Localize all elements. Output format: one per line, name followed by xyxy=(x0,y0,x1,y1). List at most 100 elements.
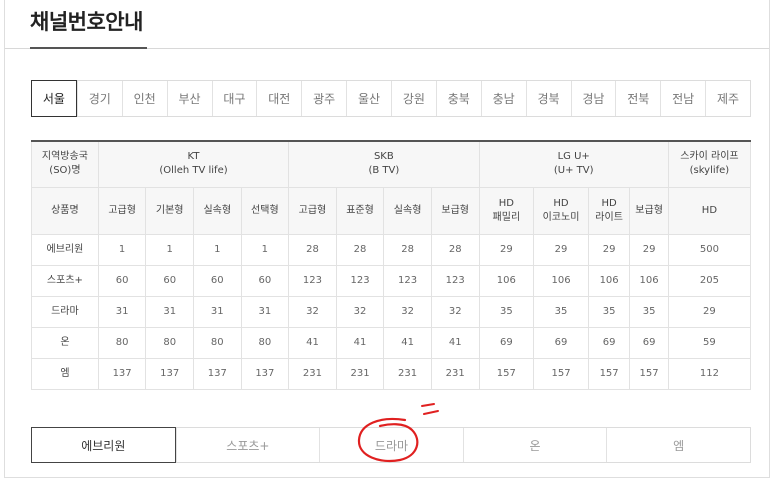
channel-number-cell: 1 xyxy=(145,233,194,266)
product-label-line: HD xyxy=(553,197,569,209)
channel-number-cell: 60 xyxy=(97,264,147,297)
product-label-line: 실속형 xyxy=(203,204,232,216)
product-label-line: 고급형 xyxy=(298,204,327,216)
channel-number-cell: 35 xyxy=(533,295,589,328)
channel-tab-0[interactable]: 에브리원 xyxy=(31,427,176,463)
channel-number-cell: 31 xyxy=(192,295,242,328)
provider-service: (Olleh TV life) xyxy=(159,165,228,177)
product-name-header: 상품명 xyxy=(31,186,99,235)
channel-name-cell: 스포츠+ xyxy=(31,264,99,297)
channel-number-cell: 60 xyxy=(145,264,194,297)
channel-number-cell: 29 xyxy=(629,233,669,266)
channel-number-cell: 28 xyxy=(335,233,385,266)
product-label-line: HD xyxy=(701,204,718,216)
page-title: 채널번호안내 xyxy=(30,10,143,34)
channel-number-cell: 106 xyxy=(629,264,669,297)
region-tab-5[interactable]: 대전 xyxy=(256,81,301,116)
channel-number-cell: 157 xyxy=(629,357,669,390)
channel-tab-3[interactable]: 온 xyxy=(462,428,607,462)
channel-number-cell: 80 xyxy=(192,326,242,359)
channel-number-cell: 231 xyxy=(383,357,432,390)
product-header-7: 보급형 xyxy=(430,186,480,235)
channel-number-cell: 29 xyxy=(533,233,589,266)
product-header-9: HD 이코노미 xyxy=(533,186,589,235)
product-header-6: 실속형 xyxy=(383,186,432,235)
region-tab-6[interactable]: 광주 xyxy=(301,81,346,116)
region-tab-2[interactable]: 인천 xyxy=(121,81,167,116)
title-underline xyxy=(30,47,147,49)
product-label-line: 실속형 xyxy=(393,204,422,216)
channel-number-cell: 80 xyxy=(97,326,147,359)
so-header-line1: 지역방송국 xyxy=(41,151,88,163)
region-tab-9[interactable]: 충북 xyxy=(435,81,481,116)
provider-name: KT xyxy=(187,151,200,163)
channel-number-cell: 157 xyxy=(478,357,535,390)
region-tab-8[interactable]: 강원 xyxy=(391,81,436,116)
channel-number-cell: 205 xyxy=(667,264,752,297)
channel-number-cell: 41 xyxy=(288,326,337,359)
product-label-line: 고급형 xyxy=(108,204,136,216)
provider-header-1: SKB (B TV) xyxy=(288,140,480,188)
region-tab-13[interactable]: 전북 xyxy=(615,81,660,116)
channel-number-cell: 69 xyxy=(533,326,589,359)
channel-number-cell: 31 xyxy=(97,295,147,328)
channel-number-cell: 35 xyxy=(478,295,535,328)
channel-tab-4[interactable]: 엠 xyxy=(606,428,750,462)
product-label-line: 라이트 xyxy=(595,211,623,223)
so-header-line2: (SO)명 xyxy=(49,165,81,177)
channel-number-cell: 28 xyxy=(430,233,480,266)
channel-name-cell: 드라마 xyxy=(31,295,99,328)
product-label-line: 선택형 xyxy=(251,204,279,216)
product-header-0: 고급형 xyxy=(97,186,147,235)
product-header-10: HD 라이트 xyxy=(587,186,631,235)
region-tab-0[interactable]: 서울 xyxy=(31,80,77,117)
channel-number-cell: 123 xyxy=(335,264,385,297)
product-label-line: HD xyxy=(601,197,617,209)
product-header-8: HD 패밀리 xyxy=(478,186,535,235)
provider-header-0: KT (Olleh TV life) xyxy=(97,140,290,188)
channel-number-cell: 1 xyxy=(240,233,290,266)
region-tab-3[interactable]: 부산 xyxy=(166,81,212,116)
channel-name-cell: 엠 xyxy=(31,357,99,390)
channel-number-cell: 231 xyxy=(288,357,337,390)
table-row: 드라마 31 31 31 31 32 32 32 32 35 35 35 35 29 xyxy=(31,295,752,328)
channel-number-cell: 32 xyxy=(383,295,432,328)
channel-number-cell: 60 xyxy=(192,264,242,297)
region-tab-4[interactable]: 대구 xyxy=(211,81,257,116)
provider-service: (U+ TV) xyxy=(553,165,594,177)
region-tab-14[interactable]: 전남 xyxy=(660,81,705,116)
product-header-1: 기본형 xyxy=(145,186,194,235)
channel-tab-2[interactable]: 드라마 xyxy=(319,428,463,462)
product-label-line: 표준형 xyxy=(346,204,374,216)
channel-number-cell: 31 xyxy=(145,295,194,328)
product-label-line: 보급형 xyxy=(635,204,663,216)
product-header-2: 실속형 xyxy=(192,186,242,235)
region-tab-11[interactable]: 경북 xyxy=(525,81,571,116)
channel-number-cell: 69 xyxy=(478,326,535,359)
channel-number-cell: 69 xyxy=(587,326,631,359)
table-row: 온 80 80 80 80 41 41 41 41 69 69 69 69 59 xyxy=(31,326,752,359)
channel-number-cell: 106 xyxy=(587,264,631,297)
provider-service: (skylife) xyxy=(689,165,730,177)
product-label-line: 이코노미 xyxy=(542,211,580,223)
product-label-line: 패밀리 xyxy=(492,211,521,223)
region-tab-10[interactable]: 충남 xyxy=(480,81,526,116)
provider-service: (B TV) xyxy=(368,165,400,177)
channel-tab-1[interactable]: 스포츠+ xyxy=(175,428,320,462)
channel-number-cell: 123 xyxy=(383,264,432,297)
channel-number-cell: 500 xyxy=(667,233,752,266)
region-tab-1[interactable]: 경기 xyxy=(76,81,122,116)
channel-number-cell: 60 xyxy=(240,264,290,297)
channel-number-cell: 137 xyxy=(192,357,242,390)
channel-number-cell: 137 xyxy=(240,357,290,390)
channel-number-cell: 157 xyxy=(587,357,631,390)
region-tab-12[interactable]: 경남 xyxy=(570,81,616,116)
channel-number-cell: 32 xyxy=(288,295,337,328)
channel-number-cell: 157 xyxy=(533,357,589,390)
region-tab-bar: 서울 경기 인천 부산 대구 대전 광주 울산 강원 충북 충남 경북 경남 전북 전남 제주 xyxy=(31,80,751,117)
region-tab-7[interactable]: 울산 xyxy=(346,81,391,116)
channel-number-cell: 231 xyxy=(430,357,480,390)
channel-name-cell: 에브리원 xyxy=(31,233,99,266)
region-tab-15[interactable]: 제주 xyxy=(705,81,750,116)
provider-header-2: LG U+ (U+ TV) xyxy=(478,140,669,188)
